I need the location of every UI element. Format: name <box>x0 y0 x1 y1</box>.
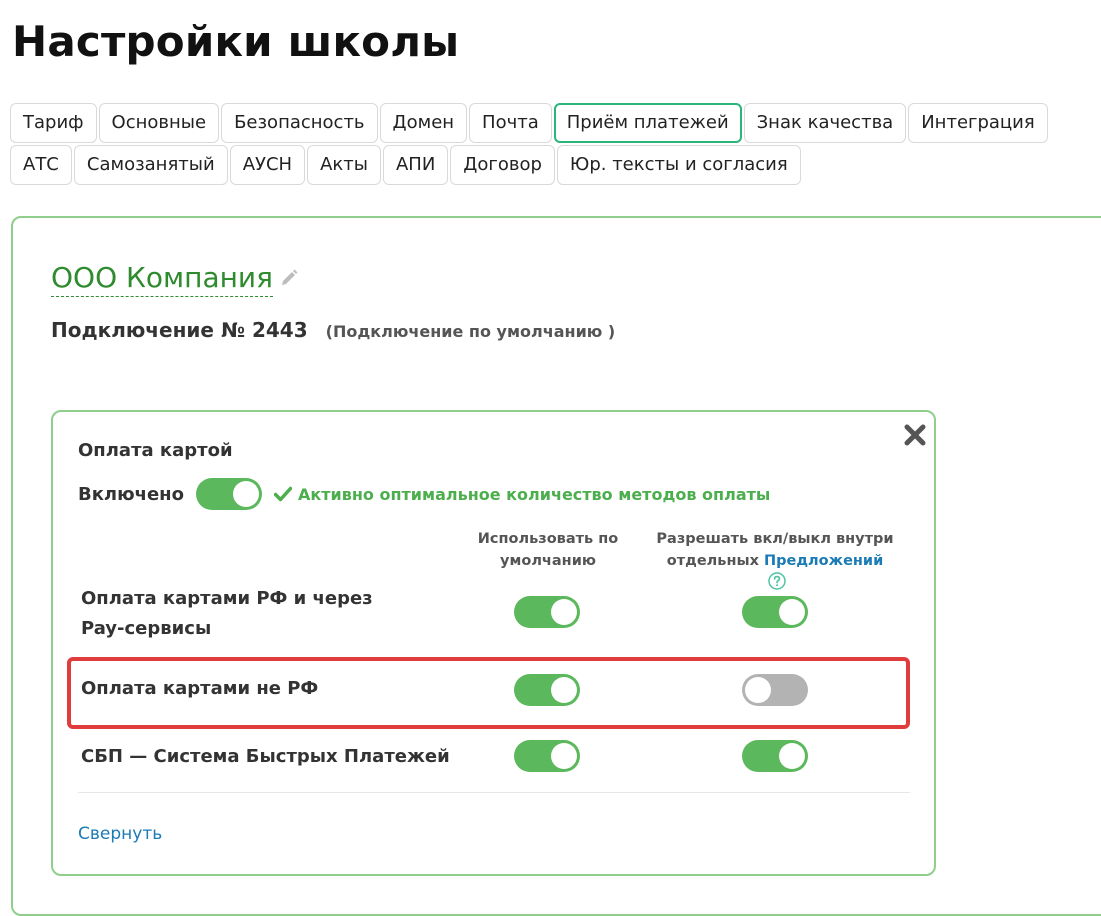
divider <box>78 792 910 793</box>
enabled-label: Включено <box>78 483 184 505</box>
method-label: Оплата картами не РФ <box>81 678 319 699</box>
non-rf-cards-allow-toggle-toggle[interactable] <box>742 674 808 706</box>
payment-methods-status: Активно оптимальное количество методов о… <box>298 484 771 504</box>
tab-acts[interactable]: Акты <box>307 145 381 185</box>
tab-payments[interactable]: Приём платежей <box>553 103 742 143</box>
method-row-non-rf-cards: Оплата картами не РФ <box>53 670 934 716</box>
tab-domain[interactable]: Домен <box>379 103 468 143</box>
offers-link[interactable]: Предложений <box>764 553 883 569</box>
tab-api[interactable]: АПИ <box>382 145 449 185</box>
rf-cards-use-default-toggle[interactable] <box>514 596 580 628</box>
non-rf-cards-use-default-toggle[interactable] <box>514 674 580 706</box>
tab-self-employed[interactable]: Самозанятый <box>73 145 228 185</box>
company-name-link[interactable]: ООО Компания <box>51 260 273 297</box>
tab-mail[interactable]: Почта <box>469 103 552 143</box>
tab-security[interactable]: Безопасность <box>221 103 378 143</box>
tab-general[interactable]: Основные <box>98 103 220 143</box>
column-header-use-default: Использовать по умолчанию <box>477 531 619 569</box>
method-row-sbp: СБП — Система Быстрых Платежей <box>53 738 934 778</box>
tab-contract[interactable]: Договор <box>450 145 555 185</box>
connection-default-note: (Подключение по умолчанию ) <box>325 322 616 341</box>
company-header: ООО Компания <box>51 258 299 298</box>
method-label: СБП — Система Быстрых Платежей <box>81 746 450 767</box>
sbp-use-default-toggle[interactable] <box>514 740 580 772</box>
tab-legal-texts[interactable]: Юр. тексты и согласия <box>556 145 801 185</box>
rf-cards-allow-toggle-toggle[interactable] <box>742 596 808 628</box>
pencil-icon[interactable] <box>279 268 299 288</box>
card-payment-enabled-toggle[interactable] <box>196 478 262 510</box>
settings-tabs: Тариф Основные Безопасность Домен Почта … <box>10 103 1101 185</box>
card-payment-title: Оплата картой <box>78 440 233 461</box>
tab-ats[interactable]: АТС <box>10 145 72 185</box>
method-label: Оплата картами РФ и через Pay-сервисы <box>81 588 373 639</box>
tab-tariff[interactable]: Тариф <box>10 103 97 143</box>
method-row-rf-cards: Оплата картами РФ и через Pay-сервисы <box>53 582 934 646</box>
check-icon <box>274 486 292 502</box>
page-title: Настройки школы <box>12 17 460 66</box>
tab-integration[interactable]: Интеграция <box>908 103 1048 143</box>
enabled-row: Включено Активно оптимальное количество … <box>78 478 770 510</box>
tab-quality-mark[interactable]: Знак качества <box>743 103 907 143</box>
close-icon[interactable] <box>902 422 928 448</box>
connection-header: Подключение № 2443 (Подключение по умолч… <box>51 318 615 342</box>
connection-title: Подключение № 2443 <box>51 318 308 342</box>
collapse-link[interactable]: Свернуть <box>78 824 162 844</box>
sbp-allow-toggle-toggle[interactable] <box>742 740 808 772</box>
tab-ausn[interactable]: АУСН <box>229 145 306 185</box>
card-payment-card: Оплата картой Включено Активно оптимальн… <box>51 410 936 876</box>
